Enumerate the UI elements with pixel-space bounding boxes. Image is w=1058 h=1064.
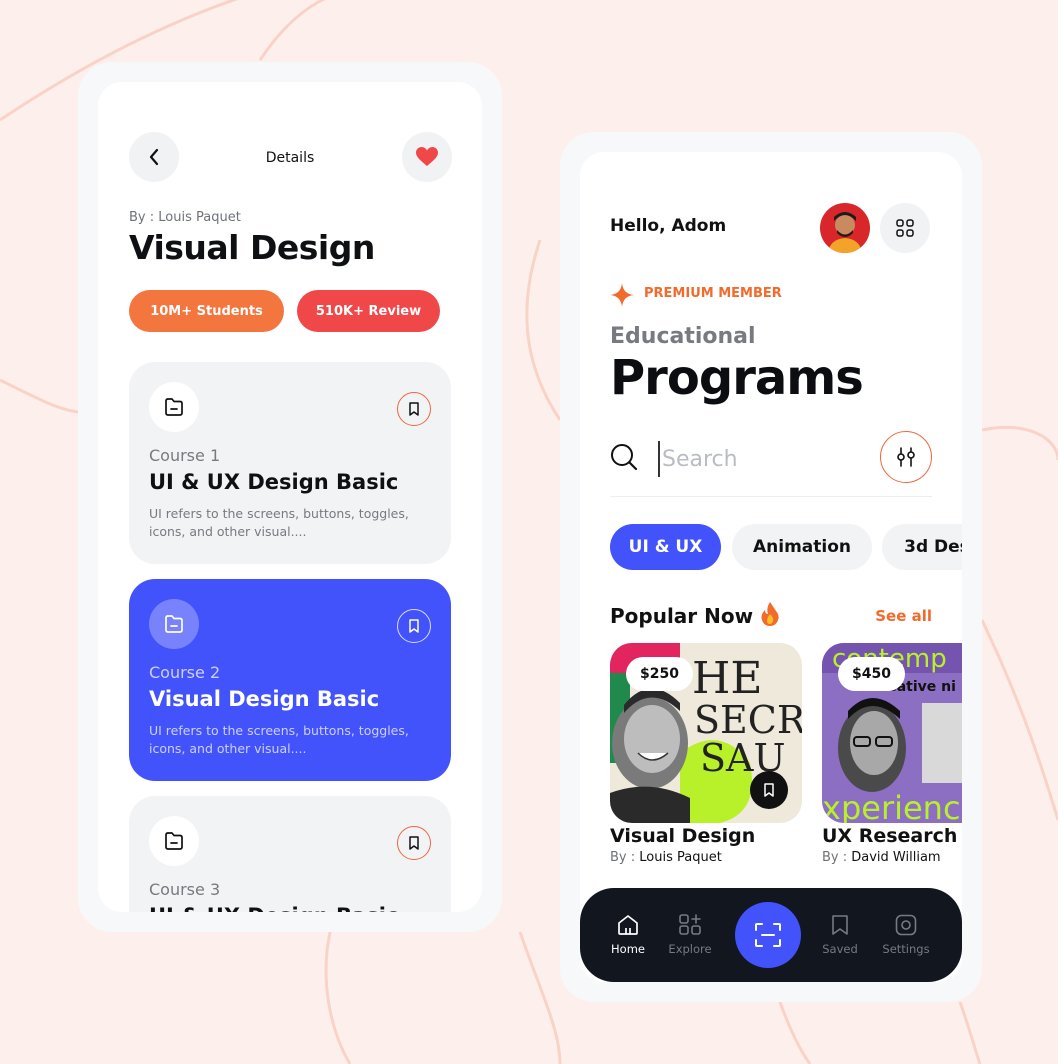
author-name: Louis Paquet [639,850,722,865]
scan-button[interactable] [735,902,801,968]
favorite-button[interactable] [402,132,452,182]
popular-title-text: Popular Now [610,604,754,628]
sparkle-icon [610,283,634,307]
bottom-nav: Home Explore Saved Settings [580,888,962,982]
nav-home-label: Home [611,942,645,956]
heart-icon [416,147,438,166]
popular-title: Popular Now [610,602,780,628]
course-card-1[interactable]: Course 1 UI & UX Design Basic UI refers … [129,362,451,564]
avatar[interactable] [820,203,870,253]
author-prefix: By : [822,850,848,865]
poster-text: HE [692,653,763,704]
search-input[interactable] [658,441,868,477]
poster-text: xperience [822,789,962,823]
scan-icon [755,923,781,947]
course-description: UI refers to the screens, buttons, toggl… [149,723,409,756]
folder-icon [149,382,199,432]
course-number: Course 1 [149,446,221,465]
bookmark-icon [832,915,848,935]
course-name: UI & UX Design Basic [149,904,398,912]
popular-card-2[interactable]: contemp creative ni w xperience $450 [822,643,962,823]
bookmark-button[interactable] [750,771,788,809]
sliders-icon [897,447,915,467]
course-card-2[interactable]: Course 2 Visual Design Basic UI refers t… [129,579,451,781]
course-number: Course 2 [149,663,221,682]
chip-ui-ux[interactable]: UI & UX [610,524,721,570]
bookmark-icon [409,836,419,850]
course-name: Visual Design Basic [149,687,380,711]
section-title: Programs [610,350,864,406]
course-description: UI refers to the screens, buttons, toggl… [149,506,409,539]
details-phone-frame: Details By : Louis Paquet Visual Design … [78,62,502,932]
bookmark-button[interactable] [397,392,431,426]
author-prefix: By : [610,850,636,865]
search-bar [610,431,932,497]
bookmark-icon [764,783,774,797]
fire-icon [761,602,779,626]
search-icon [611,444,638,471]
popular-course-title: UX Research [822,825,958,847]
nav-settings-label: Settings [882,942,930,956]
author-name: David William [851,850,941,865]
review-badge: 510K+ Review [297,290,440,332]
folder-icon [149,599,199,649]
course-title: Visual Design [129,228,375,267]
grid-icon [896,219,914,237]
popular-course-author: By : Louis Paquet [610,850,722,865]
bookmark-icon [409,619,419,633]
nav-explore-label: Explore [668,942,712,956]
settings-icon [895,914,917,936]
author-label: By : Louis Paquet [129,210,241,225]
nav-explore[interactable]: Explore [660,914,720,956]
nav-home[interactable]: Home [598,914,658,956]
details-screen: Details By : Louis Paquet Visual Design … [98,82,482,912]
course-name: UI & UX Design Basic [149,470,399,494]
see-all-link[interactable]: See all [875,607,932,625]
popular-card-1[interactable]: HE SECR SAU $250 [610,643,802,823]
popular-course-title: Visual Design [610,825,756,847]
filter-button[interactable] [880,431,932,483]
course-card-3[interactable]: Course 3 UI & UX Design Basic [129,796,451,912]
folder-icon [149,816,199,866]
price-badge: $450 [838,657,905,691]
home-phone-frame: Hello, Adom PREMIUM MEMBER Educational P… [560,132,982,1002]
menu-button[interactable] [880,203,930,253]
nav-settings[interactable]: Settings [876,914,936,956]
section-subtitle: Educational [610,324,756,349]
nav-saved-label: Saved [822,942,858,956]
explore-icon [679,914,701,935]
bookmark-icon [409,402,419,416]
chip-3d-design[interactable]: 3d Design [882,524,962,570]
home-screen: Hello, Adom PREMIUM MEMBER Educational P… [580,152,962,982]
bookmark-button[interactable] [397,609,431,643]
nav-saved[interactable]: Saved [810,914,870,956]
premium-badge: PREMIUM MEMBER [644,286,782,301]
category-chips: UI & UX Animation 3d Design [610,524,962,570]
price-badge: $250 [626,657,693,691]
home-icon [618,915,638,935]
bookmark-button[interactable] [397,826,431,860]
course-number: Course 3 [149,880,221,899]
popular-course-author: By : David William [822,850,941,865]
greeting: Hello, Adom [610,216,727,236]
chip-animation[interactable]: Animation [732,524,872,570]
students-badge: 10M+ Students [129,290,284,332]
